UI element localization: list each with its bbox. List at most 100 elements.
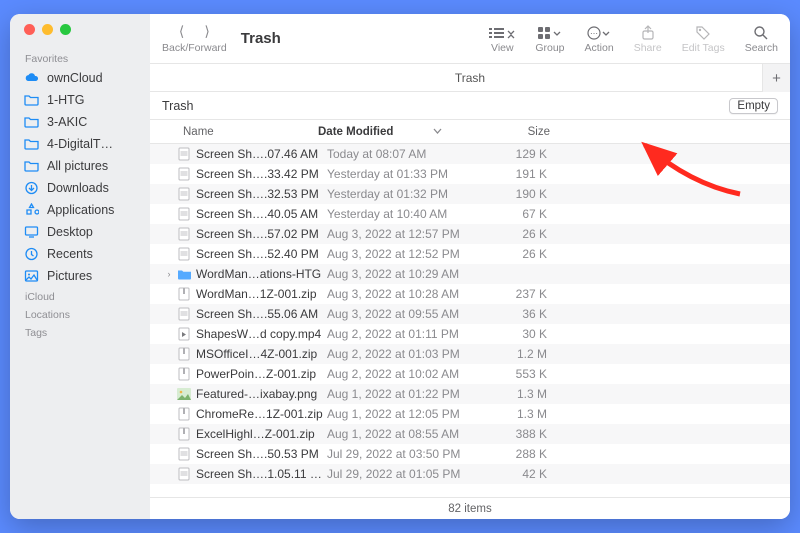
svg-text:⋯: ⋯ bbox=[590, 29, 598, 38]
nav-back-forward[interactable]: ⟨ ⟩ Back/Forward bbox=[162, 23, 227, 54]
file-name: Screen Sh….32.53 PM bbox=[196, 187, 327, 201]
file-row[interactable]: ExcelHighl…Z-001.zipAug 1, 2022 at 08:55… bbox=[150, 424, 790, 444]
file-icon bbox=[176, 406, 192, 422]
location-label: Trash bbox=[162, 99, 194, 113]
file-size: 237 K bbox=[492, 287, 547, 301]
file-row[interactable]: Screen Sh….07.46 AMToday at 08:07 AM129 … bbox=[150, 144, 790, 164]
sidebar-item-applications[interactable]: Applications bbox=[10, 199, 150, 221]
sidebar-item-owncloud[interactable]: ownCloud bbox=[10, 67, 150, 89]
file-name: ChromeRe…1Z-001.zip bbox=[196, 407, 327, 421]
tab-trash[interactable]: Trash bbox=[455, 71, 485, 85]
folder-icon bbox=[24, 137, 39, 151]
folder-icon bbox=[24, 93, 39, 107]
pictures-icon bbox=[24, 269, 39, 283]
file-row[interactable]: PowerPoin…Z-001.zipAug 2, 2022 at 10:02 … bbox=[150, 364, 790, 384]
file-size: 36 K bbox=[492, 307, 547, 321]
close-button[interactable] bbox=[24, 24, 35, 35]
file-date: Aug 1, 2022 at 12:05 PM bbox=[327, 407, 492, 421]
file-row[interactable]: WordMan…1Z-001.zipAug 3, 2022 at 10:28 A… bbox=[150, 284, 790, 304]
file-row[interactable]: ShapesW…d copy.mp4Aug 2, 2022 at 01:11 P… bbox=[150, 324, 790, 344]
cloud-icon bbox=[24, 71, 39, 85]
file-row[interactable]: Screen Sh….57.02 PMAug 3, 2022 at 12:57 … bbox=[150, 224, 790, 244]
file-date: Today at 08:07 AM bbox=[327, 147, 492, 161]
search-button[interactable]: Search bbox=[745, 24, 778, 54]
sidebar-item-4-digitalt[interactable]: 4-DigitalT… bbox=[10, 133, 150, 155]
sidebar-item-desktop[interactable]: Desktop bbox=[10, 221, 150, 243]
column-name[interactable]: Name bbox=[183, 126, 318, 138]
sidebar-item-pictures[interactable]: Pictures bbox=[10, 265, 150, 287]
list-view-icon bbox=[489, 24, 515, 42]
file-icon bbox=[176, 206, 192, 222]
file-size: 388 K bbox=[492, 427, 547, 441]
file-size: 26 K bbox=[492, 247, 547, 261]
file-icon bbox=[176, 366, 192, 382]
main-pane: ⟨ ⟩ Back/Forward Trash View Group bbox=[150, 14, 790, 519]
file-size: 288 K bbox=[492, 447, 547, 461]
downloads-icon bbox=[24, 181, 39, 195]
apps-icon bbox=[24, 203, 39, 217]
file-row[interactable]: Screen Sh….50.53 PMJul 29, 2022 at 03:50… bbox=[150, 444, 790, 464]
column-date[interactable]: Date Modified bbox=[318, 126, 483, 138]
sidebar-item-downloads[interactable]: Downloads bbox=[10, 177, 150, 199]
sidebar-section-label: Locations bbox=[10, 305, 150, 323]
sidebar-item-label: Pictures bbox=[47, 269, 92, 283]
sidebar-item-3-akic[interactable]: 3-AKIC bbox=[10, 111, 150, 133]
file-date: Aug 1, 2022 at 08:55 AM bbox=[327, 427, 492, 441]
file-row[interactable]: Screen Sh….40.05 AMYesterday at 10:40 AM… bbox=[150, 204, 790, 224]
file-name: Screen Sh….57.02 PM bbox=[196, 227, 327, 241]
sidebar-item-label: Downloads bbox=[47, 181, 109, 195]
file-row[interactable]: Screen Sh….55.06 AMAug 3, 2022 at 09:55 … bbox=[150, 304, 790, 324]
item-count: 82 items bbox=[448, 503, 491, 515]
file-size: 190 K bbox=[492, 187, 547, 201]
file-row[interactable]: Featured-…ixabay.pngAug 1, 2022 at 01:22… bbox=[150, 384, 790, 404]
file-date: Aug 3, 2022 at 12:52 PM bbox=[327, 247, 492, 261]
sidebar-item-label: 3-AKIC bbox=[47, 115, 87, 129]
sidebar-item-label: 4-DigitalT… bbox=[47, 137, 113, 151]
folder-icon bbox=[24, 115, 39, 129]
column-size[interactable]: Size bbox=[483, 126, 558, 138]
file-icon bbox=[176, 226, 192, 242]
file-size: 1.2 M bbox=[492, 347, 547, 361]
file-row[interactable]: Screen Sh….32.53 PMYesterday at 01:32 PM… bbox=[150, 184, 790, 204]
file-name: WordMan…ations-HTG bbox=[196, 267, 327, 281]
sort-desc-icon bbox=[433, 127, 442, 136]
tag-icon bbox=[695, 24, 711, 42]
sidebar-item-label: All pictures bbox=[47, 159, 108, 173]
sidebar-item-all-pictures[interactable]: All pictures bbox=[10, 155, 150, 177]
path-bar: Trash Empty bbox=[150, 92, 790, 120]
sidebar-item-recents[interactable]: Recents bbox=[10, 243, 150, 265]
back-icon: ⟨ bbox=[179, 23, 184, 40]
folder-icon bbox=[24, 159, 39, 173]
edit-tags-button[interactable]: Edit Tags bbox=[682, 24, 725, 54]
new-tab-button[interactable]: + bbox=[762, 64, 790, 92]
file-date: Jul 29, 2022 at 01:05 PM bbox=[327, 467, 492, 481]
file-row[interactable]: MSOfficeI…4Z-001.zipAug 2, 2022 at 01:03… bbox=[150, 344, 790, 364]
file-date: Aug 2, 2022 at 10:02 AM bbox=[327, 367, 492, 381]
column-headers: Name Date Modified Size bbox=[150, 120, 790, 144]
file-name: Screen Sh….55.06 AM bbox=[196, 307, 327, 321]
action-button[interactable]: ⋯ Action bbox=[585, 24, 614, 54]
file-size: 26 K bbox=[492, 227, 547, 241]
file-name: Screen Sh….50.53 PM bbox=[196, 447, 327, 461]
file-name: ExcelHighl…Z-001.zip bbox=[196, 427, 327, 441]
status-bar: 82 items bbox=[150, 497, 790, 519]
file-row[interactable]: Screen Sh….52.40 PMAug 3, 2022 at 12:52 … bbox=[150, 244, 790, 264]
file-name: Featured-…ixabay.png bbox=[196, 387, 327, 401]
empty-trash-button[interactable]: Empty bbox=[729, 98, 778, 114]
view-button[interactable]: View bbox=[489, 24, 515, 54]
file-name: PowerPoin…Z-001.zip bbox=[196, 367, 327, 381]
file-size: 67 K bbox=[492, 207, 547, 221]
share-button[interactable]: Share bbox=[634, 24, 662, 54]
sidebar-item-1-htg[interactable]: 1-HTG bbox=[10, 89, 150, 111]
file-row[interactable]: Screen Sh….1.05.11 PMJul 29, 2022 at 01:… bbox=[150, 464, 790, 484]
file-row[interactable]: ›WordMan…ations-HTGAug 3, 2022 at 10:29 … bbox=[150, 264, 790, 284]
file-icon bbox=[176, 466, 192, 482]
file-icon bbox=[176, 346, 192, 362]
file-list: Screen Sh….07.46 AMToday at 08:07 AM129 … bbox=[150, 144, 790, 497]
file-row[interactable]: ChromeRe…1Z-001.zipAug 1, 2022 at 12:05 … bbox=[150, 404, 790, 424]
group-button[interactable]: Group bbox=[535, 24, 564, 54]
fullscreen-button[interactable] bbox=[60, 24, 71, 35]
window-title: Trash bbox=[241, 30, 281, 47]
minimize-button[interactable] bbox=[42, 24, 53, 35]
file-row[interactable]: Screen Sh….33.42 PMYesterday at 01:33 PM… bbox=[150, 164, 790, 184]
